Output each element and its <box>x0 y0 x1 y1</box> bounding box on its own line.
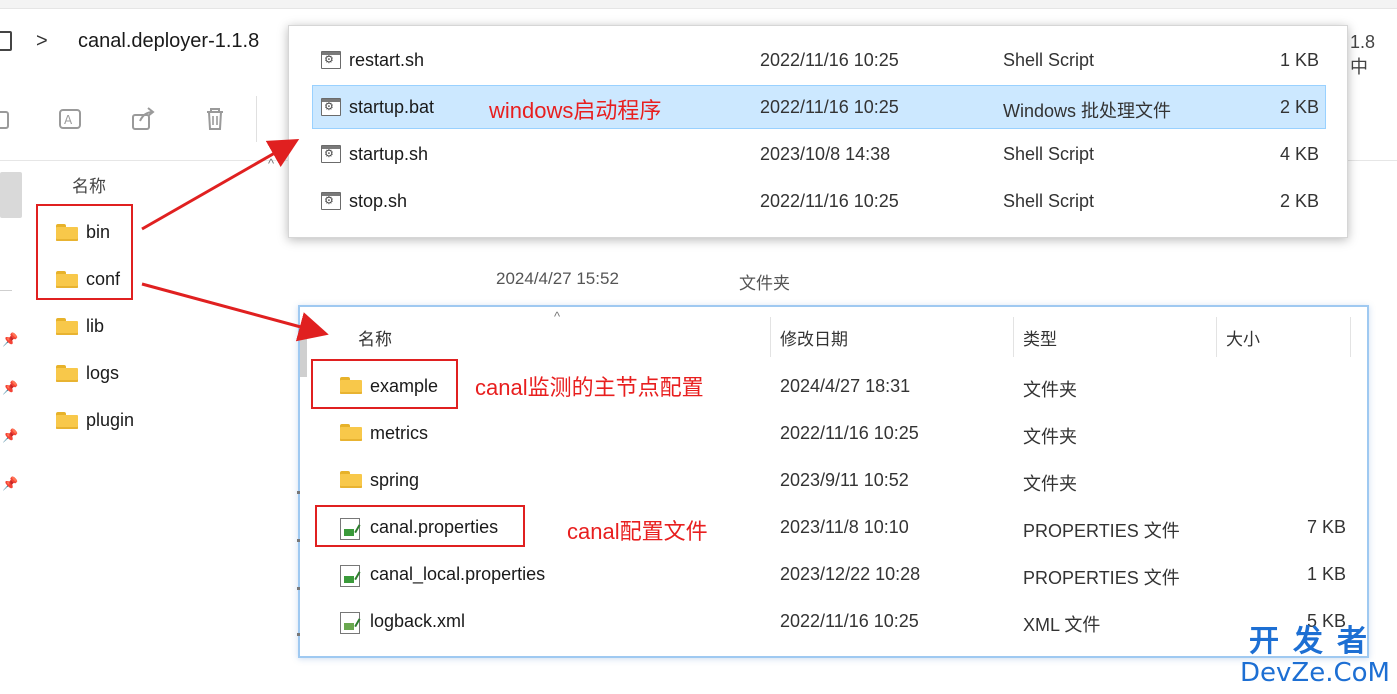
annotation-arrows <box>141 139 329 342</box>
arrow-to-bin-popup <box>141 139 300 231</box>
watermark: 开发者 DevZe.CoM <box>1240 625 1390 689</box>
watermark-cn: 开发者 <box>1248 625 1381 658</box>
watermark-en: DevZe.CoM <box>1240 658 1390 688</box>
arrow-to-conf-popup <box>141 282 329 342</box>
